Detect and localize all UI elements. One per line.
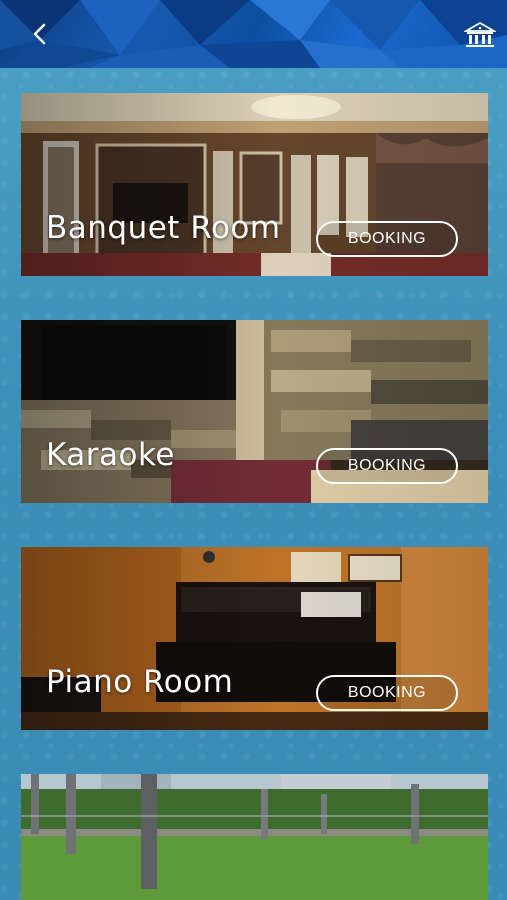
facility-title: Banquet Room xyxy=(46,210,281,246)
home-button[interactable] xyxy=(463,20,497,50)
header-pattern xyxy=(0,0,507,68)
app-header xyxy=(0,0,507,68)
facility-title: Karaoke xyxy=(46,437,175,473)
building-icon xyxy=(464,21,496,47)
facility-card-karaoke[interactable]: Karaoke BOOKING xyxy=(21,320,488,503)
facility-card-banquet-room[interactable]: Banquet Room BOOKING xyxy=(21,93,488,276)
chevron-left-icon xyxy=(33,23,46,45)
back-button[interactable] xyxy=(24,18,56,50)
facility-list: Banquet Room BOOKING Karaoke BOOKING Pia… xyxy=(0,68,507,900)
booking-button[interactable]: BOOKING xyxy=(316,448,458,484)
facility-title: Piano Room xyxy=(46,664,234,700)
booking-button[interactable]: BOOKING xyxy=(316,221,458,257)
booking-button[interactable]: BOOKING xyxy=(316,675,458,711)
facility-card-piano-room[interactable]: Piano Room BOOKING xyxy=(21,547,488,730)
rooftop-garden-photo xyxy=(21,774,488,900)
facility-card-garden[interactable] xyxy=(21,774,488,900)
